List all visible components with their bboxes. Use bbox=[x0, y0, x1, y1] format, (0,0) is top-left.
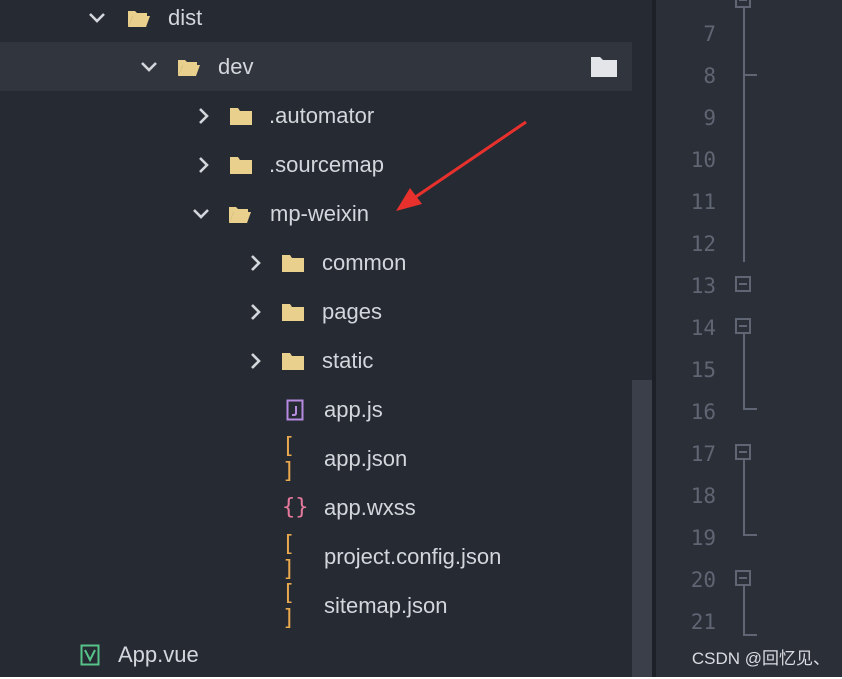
tree-item-label: App.vue bbox=[118, 641, 199, 667]
chevron-right-icon[interactable] bbox=[245, 301, 267, 323]
tree-item-label: app.wxss bbox=[324, 494, 416, 520]
chevron-right-icon[interactable] bbox=[193, 105, 215, 127]
annotation-arrow-icon bbox=[396, 120, 527, 211]
tree-item-label: .sourcemap bbox=[269, 151, 384, 177]
tree-item-label: common bbox=[322, 249, 407, 275]
folder-icon bbox=[229, 154, 253, 176]
line-number: 8 bbox=[703, 64, 716, 88]
watermark: CSDN @回忆见、 bbox=[691, 649, 830, 668]
tree-item-sitemap-json[interactable]: [ ] sitemap.json bbox=[0, 580, 632, 631]
line-number: 12 bbox=[690, 232, 716, 256]
chevron-right-icon[interactable] bbox=[245, 350, 267, 372]
tree-item-label: mp-weixin bbox=[270, 200, 370, 226]
editor-gutter: 7 8 9 10 11 12 13 14 15 16 17 18 19 20 2… bbox=[656, 0, 842, 677]
line-number: 15 bbox=[690, 358, 716, 382]
tree-item-label: .automator bbox=[269, 102, 375, 128]
line-number: 20 bbox=[690, 568, 716, 592]
tree-item-app-json[interactable]: [ ] app.json bbox=[0, 433, 632, 484]
line-number: 10 bbox=[690, 148, 716, 172]
folder-icon bbox=[229, 105, 253, 127]
chevron-down-icon[interactable] bbox=[86, 7, 108, 29]
folder-open-icon bbox=[228, 203, 252, 225]
fold-guide bbox=[743, 586, 745, 636]
tree-item-dev[interactable]: dev bbox=[0, 42, 632, 91]
fold-guide bbox=[743, 334, 745, 410]
tree-item-label: sitemap.json bbox=[324, 592, 448, 618]
fold-guide bbox=[743, 8, 745, 76]
folder-open-icon bbox=[127, 7, 151, 29]
fold-end-marker bbox=[743, 634, 757, 636]
fold-toggle-icon[interactable] bbox=[735, 0, 751, 8]
chevron-right-icon[interactable] bbox=[193, 154, 215, 176]
chevron-down-icon[interactable] bbox=[138, 56, 160, 78]
tree-item-static[interactable]: static bbox=[0, 336, 632, 385]
editor-window: dist dev .automator .sourcemap mp-weixin… bbox=[0, 0, 842, 677]
tree-item-project-config-json[interactable]: [ ] project.config.json bbox=[0, 531, 632, 582]
folder-icon bbox=[281, 301, 305, 323]
folder-icon bbox=[281, 350, 305, 372]
tree-item-app-js[interactable]: app.js bbox=[0, 385, 632, 434]
fold-guide bbox=[743, 76, 745, 262]
chevron-right-icon[interactable] bbox=[245, 252, 267, 274]
tree-item-common[interactable]: common bbox=[0, 238, 632, 287]
fold-toggle-icon[interactable] bbox=[735, 444, 751, 460]
folder-icon bbox=[281, 252, 305, 274]
fold-toggle-icon[interactable] bbox=[735, 276, 751, 292]
file-explorer: dist dev .automator .sourcemap mp-weixin… bbox=[0, 0, 652, 677]
tree-item-label: static bbox=[322, 347, 374, 373]
line-number: 16 bbox=[690, 400, 716, 424]
fold-end-marker bbox=[743, 408, 757, 410]
tree-item-app-wxss[interactable]: {} app.wxss bbox=[0, 483, 632, 532]
tree-item-label: dev bbox=[218, 53, 254, 79]
line-number: 18 bbox=[690, 484, 716, 508]
line-number: 19 bbox=[690, 526, 716, 550]
line-number: 13 bbox=[690, 274, 716, 298]
json-file-icon: [ ] bbox=[282, 531, 296, 582]
json-file-icon: [ ] bbox=[282, 433, 296, 484]
line-number: 7 bbox=[703, 22, 716, 46]
reveal-folder-icon[interactable] bbox=[590, 56, 618, 84]
fold-toggle-icon[interactable] bbox=[735, 318, 751, 334]
scrollbar-thumb[interactable] bbox=[632, 380, 652, 677]
tree-item-label: dist bbox=[168, 4, 203, 30]
fold-end-marker bbox=[743, 74, 757, 76]
tree-item-label: app.js bbox=[324, 396, 383, 422]
tree-item-dist[interactable]: dist bbox=[0, 0, 632, 42]
line-number: 9 bbox=[703, 106, 716, 130]
tree-item-label: project.config.json bbox=[324, 543, 502, 569]
folder-open-icon bbox=[177, 56, 201, 78]
json-file-icon: [ ] bbox=[282, 580, 296, 631]
css-file-icon: {} bbox=[282, 495, 309, 520]
chevron-down-icon[interactable] bbox=[190, 203, 212, 225]
line-number: 14 bbox=[690, 316, 716, 340]
tree-item-app-vue[interactable]: App.vue bbox=[0, 630, 632, 679]
vue-file-icon bbox=[78, 644, 102, 666]
js-file-icon bbox=[283, 399, 307, 421]
line-number: 17 bbox=[690, 442, 716, 466]
line-number: 21 bbox=[690, 610, 716, 634]
tree-item-label: app.json bbox=[324, 445, 408, 471]
fold-guide bbox=[743, 460, 745, 536]
fold-end-marker bbox=[743, 534, 757, 536]
tree-item-pages[interactable]: pages bbox=[0, 287, 632, 336]
tree-item-label: pages bbox=[322, 298, 382, 324]
fold-toggle-icon[interactable] bbox=[735, 570, 751, 586]
line-number: 11 bbox=[690, 190, 716, 214]
